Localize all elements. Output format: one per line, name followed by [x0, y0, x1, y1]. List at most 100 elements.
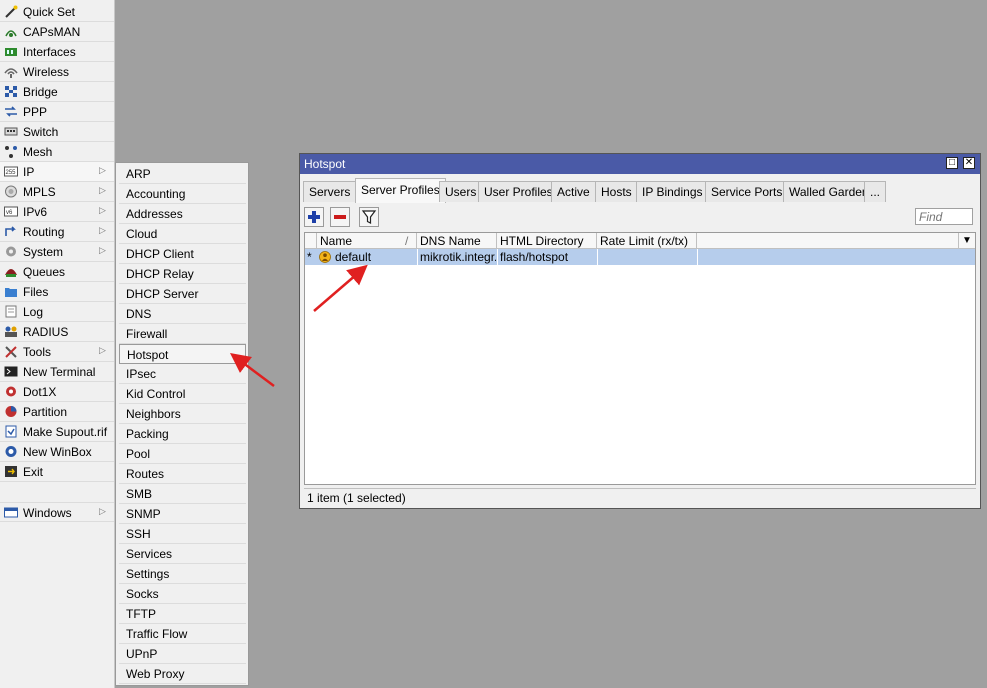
submenu-item-routes[interactable]: Routes	[119, 464, 246, 484]
submenu-item-dhcp-server[interactable]: DHCP Server	[119, 284, 246, 304]
tab-hosts[interactable]: Hosts	[595, 181, 638, 202]
cell-separator	[697, 249, 698, 265]
tab-servers[interactable]: Servers	[303, 181, 357, 202]
menu-item-log[interactable]: Log	[0, 302, 114, 322]
submenu-item-label: Neighbors	[126, 407, 181, 421]
submenu-item-snmp[interactable]: SNMP	[119, 504, 246, 524]
table-row[interactable]: * default mikrotik.integr... flash/hotsp…	[305, 249, 975, 265]
submenu-item-traffic-flow[interactable]: Traffic Flow	[119, 624, 246, 644]
menu-item-new-winbox[interactable]: New WinBox	[0, 442, 114, 462]
menu-item-label: RADIUS	[23, 325, 69, 339]
windows-icon	[4, 506, 18, 519]
svg-text:v6: v6	[6, 210, 13, 216]
menu-item-new-terminal[interactable]: New Terminal	[0, 362, 114, 382]
submenu-item-tftp[interactable]: TFTP	[119, 604, 246, 624]
tab-server-profiles[interactable]: Server Profiles	[355, 178, 446, 203]
row-html-directory: flash/hotspot	[500, 250, 569, 264]
menu-item-label: Bridge	[23, 85, 58, 99]
submenu-item-label: Web Proxy	[126, 667, 185, 681]
submenu-item-settings[interactable]: Settings	[119, 564, 246, 584]
menu-item-label: New Terminal	[23, 365, 96, 379]
submenu-item-dns[interactable]: DNS	[119, 304, 246, 324]
tab-service-ports[interactable]: Service Ports	[705, 181, 789, 202]
tab-more[interactable]: ...	[864, 181, 887, 202]
submenu-item-label: Socks	[126, 587, 159, 601]
submenu-item-dhcp-client[interactable]: DHCP Client	[119, 244, 246, 264]
add-button[interactable]	[304, 207, 324, 227]
submenu-item-socks[interactable]: Socks	[119, 584, 246, 604]
tools-icon	[4, 345, 18, 358]
menu-item-exit[interactable]: Exit	[0, 462, 114, 482]
remove-button[interactable]	[330, 207, 350, 227]
tab-ip-bindings[interactable]: IP Bindings	[636, 181, 709, 202]
hotspot-window: Hotspot □ ✕ Servers Server Profiles Users U…	[299, 153, 981, 509]
menu-item-routing[interactable]: Routing ▷	[0, 222, 114, 242]
submenu-item-kid-control[interactable]: Kid Control	[119, 384, 246, 404]
column-header-rate-limit[interactable]: Rate Limit (rx/tx)	[597, 233, 697, 249]
submenu-item-dhcp-relay[interactable]: DHCP Relay	[119, 264, 246, 284]
submenu-arrow-icon: ▷	[99, 165, 106, 175]
menu-item-ppp[interactable]: PPP	[0, 102, 114, 122]
menu-item-ipv6[interactable]: v6 IPv6 ▷	[0, 202, 114, 222]
submenu-item-smb[interactable]: SMB	[119, 484, 246, 504]
submenu-item-ssh[interactable]: SSH	[119, 524, 246, 544]
column-header-html-directory[interactable]: HTML Directory	[497, 233, 597, 249]
menu-item-bridge[interactable]: Bridge	[0, 82, 114, 102]
column-header-name[interactable]: Name /	[317, 233, 417, 249]
submenu-item-label: Settings	[126, 567, 170, 581]
column-chooser-dropdown[interactable]: ▼	[959, 233, 975, 249]
close-icon[interactable]: ✕	[963, 157, 975, 169]
menu-item-interfaces[interactable]: Interfaces	[0, 42, 114, 62]
menu-item-wireless[interactable]: Wireless	[0, 62, 114, 82]
filter-button[interactable]	[359, 207, 379, 227]
submenu-item-label: Pool	[126, 447, 151, 461]
submenu-item-packing[interactable]: Packing	[119, 424, 246, 444]
menu-item-queues[interactable]: Queues	[0, 262, 114, 282]
tab-users[interactable]: Users	[439, 181, 483, 202]
submenu-item-addresses[interactable]: Addresses	[119, 204, 246, 224]
menu-item-ip[interactable]: 255 IP ▷	[0, 162, 114, 182]
menu-item-mpls[interactable]: MPLS ▷	[0, 182, 114, 202]
tab-active[interactable]: Active	[551, 181, 596, 202]
menu-item-label: Partition	[23, 405, 68, 419]
submenu-item-neighbors[interactable]: Neighbors	[119, 404, 246, 424]
partition-icon	[4, 405, 18, 418]
menu-item-system[interactable]: System ▷	[0, 242, 114, 262]
submenu-item-web-proxy[interactable]: Web Proxy	[119, 664, 246, 684]
mpls-icon	[4, 185, 18, 198]
submenu-item-pool[interactable]: Pool	[119, 444, 246, 464]
submenu-item-upnp[interactable]: UPnP	[119, 644, 246, 664]
menu-item-files[interactable]: Files	[0, 282, 114, 302]
submenu-item-label: TFTP	[126, 607, 156, 621]
submenu-item-services[interactable]: Services	[119, 544, 246, 564]
submenu-item-arp[interactable]: ARP	[119, 164, 246, 184]
window-titlebar[interactable]: Hotspot □ ✕	[300, 154, 980, 174]
submenu-item-hotspot[interactable]: Hotspot	[119, 344, 246, 364]
menu-item-switch[interactable]: Switch	[0, 122, 114, 142]
menu-item-capsman[interactable]: CAPsMAN	[0, 22, 114, 42]
submenu-item-cloud[interactable]: Cloud	[119, 224, 246, 244]
tab-user-profiles[interactable]: User Profiles	[478, 181, 559, 202]
tab-walled-garden[interactable]: Walled Garden	[783, 181, 875, 202]
submenu-item-label: Routes	[126, 467, 165, 481]
column-header-dns-name[interactable]: DNS Name	[417, 233, 497, 249]
menu-item-windows[interactable]: Windows ▷	[0, 502, 114, 522]
menu-item-make-supout-rif[interactable]: Make Supout.rif	[0, 422, 114, 442]
row-marker: *	[307, 250, 312, 264]
maximize-icon[interactable]: □	[946, 157, 958, 169]
menu-item-label: PPP	[23, 105, 48, 119]
submenu-item-firewall[interactable]: Firewall	[119, 324, 246, 344]
menu-item-label: System	[23, 245, 64, 259]
submenu-item-ipsec[interactable]: IPsec	[119, 364, 246, 384]
menu-item-partition[interactable]: Partition	[0, 402, 114, 422]
menu-item-mesh[interactable]: Mesh	[0, 142, 114, 162]
find-input[interactable]	[915, 208, 973, 225]
submenu-arrow-icon: ▷	[99, 205, 106, 215]
menu-item-tools[interactable]: Tools ▷	[0, 342, 114, 362]
submenu-item-label: Services	[126, 547, 173, 561]
menu-item-radius[interactable]: RADIUS	[0, 322, 114, 342]
submenu-item-accounting[interactable]: Accounting	[119, 184, 246, 204]
folder-icon	[4, 285, 18, 298]
menu-item-dot1x[interactable]: Dot1X	[0, 382, 114, 402]
menu-item-quick-set[interactable]: Quick Set	[0, 2, 114, 22]
